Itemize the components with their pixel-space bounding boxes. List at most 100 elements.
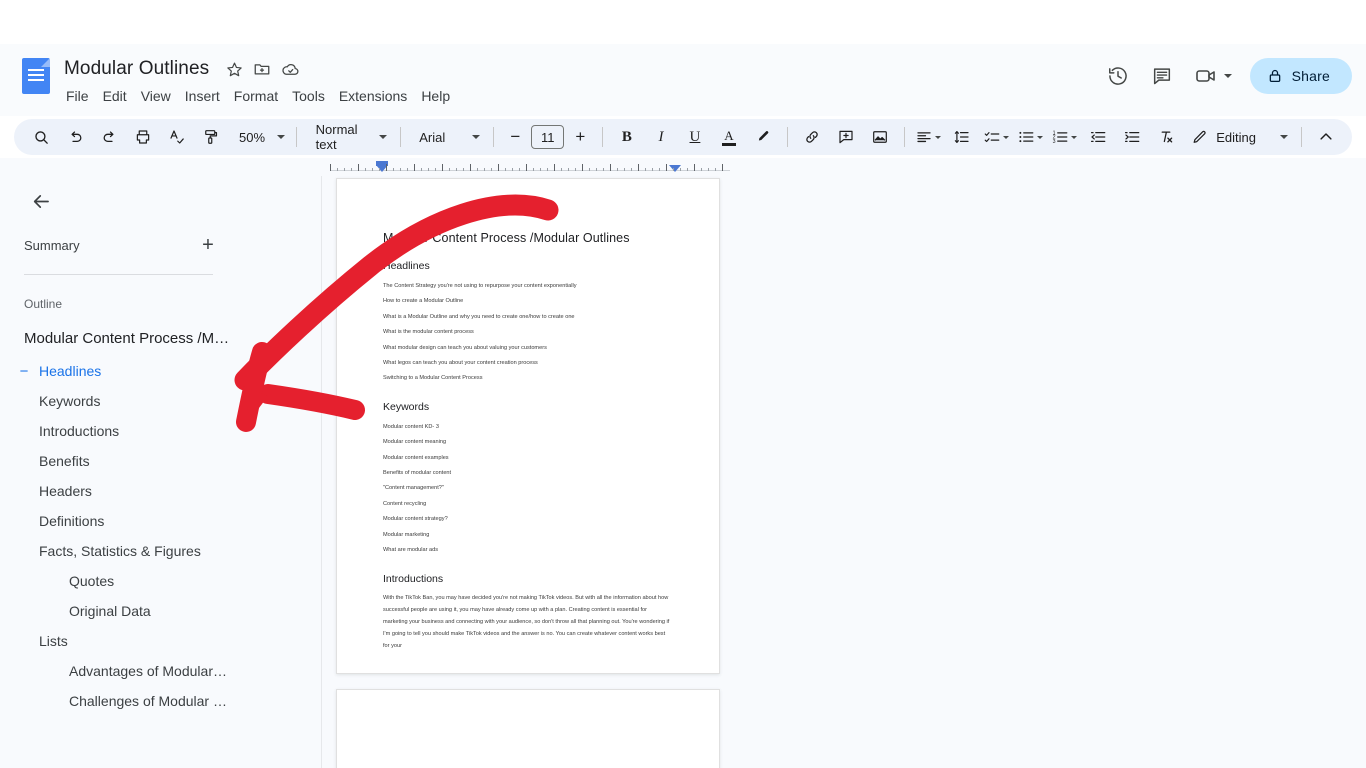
horizontal-ruler[interactable] [0, 158, 1366, 176]
underline-button[interactable]: U [681, 123, 709, 151]
outline-list: Modular Content Process /M… − Headlines Key… [20, 323, 301, 716]
font-size-input[interactable]: 11 [531, 125, 565, 149]
chevron-down-icon[interactable] [1037, 135, 1044, 139]
redo-icon[interactable] [95, 123, 123, 151]
clear-formatting-icon[interactable] [1152, 123, 1180, 151]
menu-insert[interactable]: Insert [178, 85, 227, 107]
document-canvas[interactable]: Modular Content Process /Modular Outline… [323, 176, 1366, 768]
outline-item-facts-statistics-figures[interactable]: Facts, Statistics & Figures [24, 536, 301, 566]
ruler-tick [624, 168, 625, 171]
back-arrow-icon[interactable] [24, 184, 58, 218]
text-color-button[interactable]: A [715, 123, 743, 151]
decrease-indent-icon[interactable] [1084, 123, 1112, 151]
google-docs-icon[interactable] [22, 58, 50, 94]
version-history-icon[interactable] [1098, 56, 1138, 96]
docs-header: Modular Outlines File Edit View Insert F… [0, 44, 1366, 116]
increase-indent-icon[interactable] [1118, 123, 1146, 151]
document-line: Modular content meaning [383, 439, 447, 446]
plus-icon[interactable]: + [195, 232, 221, 258]
ruler-tick [358, 164, 359, 171]
align-left-icon[interactable] [914, 123, 942, 151]
document-page-2[interactable] [336, 689, 720, 768]
ruler-tick [428, 168, 429, 171]
ruler-tick [512, 168, 513, 171]
document-line: How to create a Modular Outline [383, 298, 464, 305]
font-size-stepper: − 11 + [502, 124, 593, 150]
add-comment-icon[interactable] [832, 123, 860, 151]
summary-row: Summary + [24, 232, 301, 258]
collapse-toggle-icon[interactable]: − [17, 364, 31, 379]
summary-label: Summary [24, 237, 80, 253]
ruler-tick [435, 168, 436, 171]
outline-item-challenges-of-modular[interactable]: Challenges of Modular … [24, 686, 301, 716]
outline-item-definitions[interactable]: Definitions [24, 506, 301, 536]
outline-item-headers[interactable]: Headers [24, 476, 301, 506]
menu-extensions[interactable]: Extensions [332, 85, 414, 107]
paragraph-style-selector[interactable]: Normal text [306, 122, 393, 152]
menu-tools[interactable]: Tools [285, 85, 332, 107]
document-title[interactable]: Modular Outlines [64, 58, 209, 80]
numbered-list-icon[interactable]: 123 [1050, 123, 1078, 151]
outline-item-quotes[interactable]: Quotes [24, 566, 301, 596]
outline-item-introductions[interactable]: Introductions [24, 416, 301, 446]
print-icon[interactable] [129, 123, 157, 151]
outline-item-headlines[interactable]: − Headlines [20, 356, 301, 386]
outline-item-keywords[interactable]: Keywords [24, 386, 301, 416]
menu-format[interactable]: Format [227, 85, 285, 107]
editor-body: Summary + Outline Modular Content Proces… [0, 158, 1366, 768]
insert-image-icon[interactable] [866, 123, 894, 151]
increase-font-size-button[interactable]: + [567, 124, 593, 150]
chevron-down-icon[interactable] [935, 135, 942, 139]
ruler-tick [463, 168, 464, 171]
highlight-pen-icon[interactable] [749, 123, 777, 151]
menu-view[interactable]: View [134, 85, 178, 107]
ruler-tick [533, 168, 534, 171]
ruler-tick [687, 168, 688, 171]
menu-help[interactable]: Help [414, 85, 457, 107]
font-family-selector[interactable]: Arial [409, 123, 485, 151]
document-line: What is a Modular Outline and why you ne… [383, 313, 575, 320]
zoom-selector[interactable]: 50% [231, 123, 289, 151]
move-to-folder-icon[interactable] [249, 56, 275, 82]
document-line: Modular marketing [383, 531, 430, 538]
editing-mode-selector[interactable]: Editing [1183, 123, 1294, 151]
menu-file[interactable]: File [59, 85, 96, 107]
star-icon[interactable] [221, 56, 247, 82]
menu-edit[interactable]: Edit [96, 85, 134, 107]
document-line: Modular content strategy? [383, 516, 448, 523]
outline-item-benefits[interactable]: Benefits [24, 446, 301, 476]
outline-item-lists[interactable]: Lists [24, 626, 301, 656]
bulleted-list-icon[interactable] [1016, 123, 1044, 151]
decrease-font-size-button[interactable]: − [502, 124, 528, 150]
svg-text:3: 3 [1053, 139, 1056, 145]
chevron-down-icon[interactable] [1003, 135, 1010, 139]
line-spacing-icon[interactable] [948, 123, 976, 151]
insert-link-icon[interactable] [798, 123, 826, 151]
outline-item-advantages-of-modular[interactable]: Advantages of Modular… [24, 656, 301, 686]
chevron-up-icon[interactable] [1312, 123, 1340, 151]
checklist-icon[interactable] [982, 123, 1010, 151]
title-icons [221, 56, 303, 82]
paint-format-icon[interactable] [197, 123, 225, 151]
italic-button[interactable]: I [647, 123, 675, 151]
cloud-saved-icon[interactable] [277, 56, 303, 82]
outline-item-original-data[interactable]: Original Data [24, 596, 301, 626]
spellcheck-icon[interactable] [163, 123, 191, 151]
undo-icon[interactable] [61, 123, 89, 151]
outline-item-modular-content-process-m[interactable]: Modular Content Process /M… [24, 323, 301, 353]
ruler-tick [372, 168, 373, 171]
share-button[interactable]: Share [1249, 58, 1352, 94]
comment-history-icon[interactable] [1142, 56, 1182, 96]
chevron-down-icon[interactable] [1071, 135, 1078, 139]
ruler-tick [666, 164, 667, 171]
document-page-1[interactable]: Modular Content Process /Modular Outline… [336, 178, 720, 674]
document-line: Modular content examples [383, 454, 449, 461]
search-icon[interactable] [27, 123, 55, 151]
document-line: Switching to a Modular Content Process [383, 375, 483, 382]
toolbar-divider [399, 127, 401, 147]
title-block: Modular Outlines File Edit View Insert F… [64, 44, 457, 107]
bold-button[interactable]: B [613, 123, 641, 151]
meet-camera-icon[interactable] [1186, 56, 1238, 96]
chevron-down-icon [471, 135, 480, 139]
chevron-down-icon[interactable] [1223, 74, 1232, 78]
